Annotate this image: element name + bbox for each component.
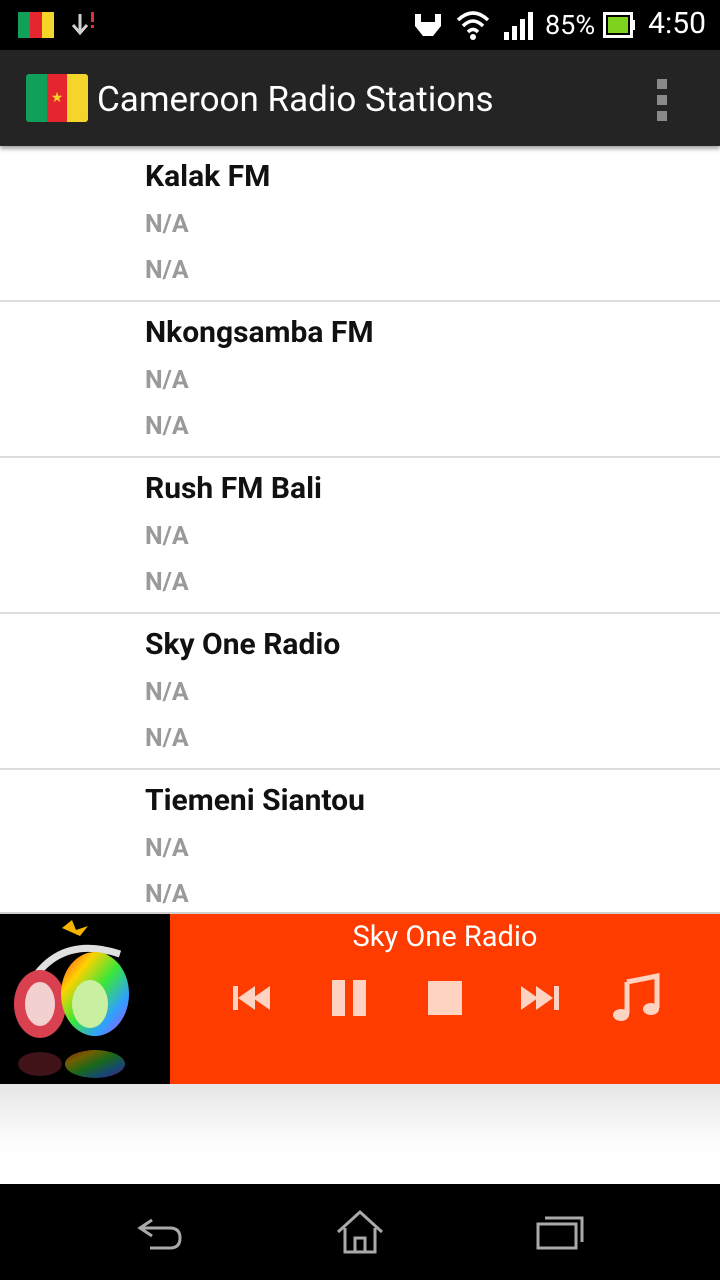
list-item[interactable]: Kalak FM N/A N/A: [0, 146, 720, 302]
station-list[interactable]: Kalak FM N/A N/A Nkongsamba FM N/A N/A R…: [0, 146, 720, 912]
station-name: Nkongsamba FM: [145, 315, 374, 350]
signal-icon: [504, 12, 533, 40]
app-title: Cameroon Radio Stations: [97, 79, 494, 120]
next-icon[interactable]: [511, 968, 571, 1028]
station-detail: N/A: [145, 880, 189, 909]
station-detail: N/A: [145, 366, 189, 395]
station-detail: N/A: [145, 412, 189, 441]
music-note-icon[interactable]: [607, 968, 667, 1028]
overflow-menu-icon[interactable]: [650, 76, 676, 124]
station-name: Tiemeni Siantou: [145, 783, 365, 818]
previous-icon[interactable]: [223, 968, 283, 1028]
battery-icon: [603, 12, 635, 38]
download-icon: [71, 12, 94, 36]
station-detail: N/A: [145, 522, 189, 551]
usb-icon: [415, 14, 441, 36]
station-detail: N/A: [145, 210, 189, 239]
home-icon[interactable]: [330, 1206, 390, 1258]
station-name: Kalak FM: [145, 159, 271, 194]
action-bar: ★ Cameroon Radio Stations: [0, 50, 720, 146]
status-bar: 85% 4:50: [0, 0, 720, 50]
navigation-bar: [0, 1184, 720, 1280]
pause-icon[interactable]: [319, 968, 379, 1028]
station-detail: N/A: [145, 724, 189, 753]
player-bar: Sky One Radio: [0, 912, 720, 1086]
station-name: Rush FM Bali: [145, 471, 322, 506]
stop-icon[interactable]: [415, 968, 475, 1028]
back-icon[interactable]: [130, 1206, 190, 1258]
station-detail: N/A: [145, 568, 189, 597]
app-logo-flag-icon: ★: [26, 74, 88, 122]
now-playing-title: Sky One Radio: [352, 920, 538, 954]
clock: 4:50: [648, 6, 706, 41]
list-item[interactable]: Nkongsamba FM N/A N/A: [0, 302, 720, 458]
station-name: Sky One Radio: [145, 627, 341, 662]
album-art-headphones-image: [0, 914, 170, 1086]
recent-apps-icon[interactable]: [530, 1206, 590, 1258]
ad-banner-area: [0, 1084, 720, 1184]
player-panel: Sky One Radio: [170, 914, 720, 1086]
cameroon-flag-notification-icon: [18, 12, 54, 38]
wifi-icon: [456, 11, 490, 40]
station-detail: N/A: [145, 256, 189, 285]
battery-percent: 85%: [545, 9, 596, 41]
list-item[interactable]: Sky One Radio N/A N/A: [0, 614, 720, 770]
list-item[interactable]: Rush FM Bali N/A N/A: [0, 458, 720, 614]
station-detail: N/A: [145, 678, 189, 707]
station-detail: N/A: [145, 834, 189, 863]
list-item[interactable]: Tiemeni Siantou N/A N/A: [0, 770, 720, 912]
